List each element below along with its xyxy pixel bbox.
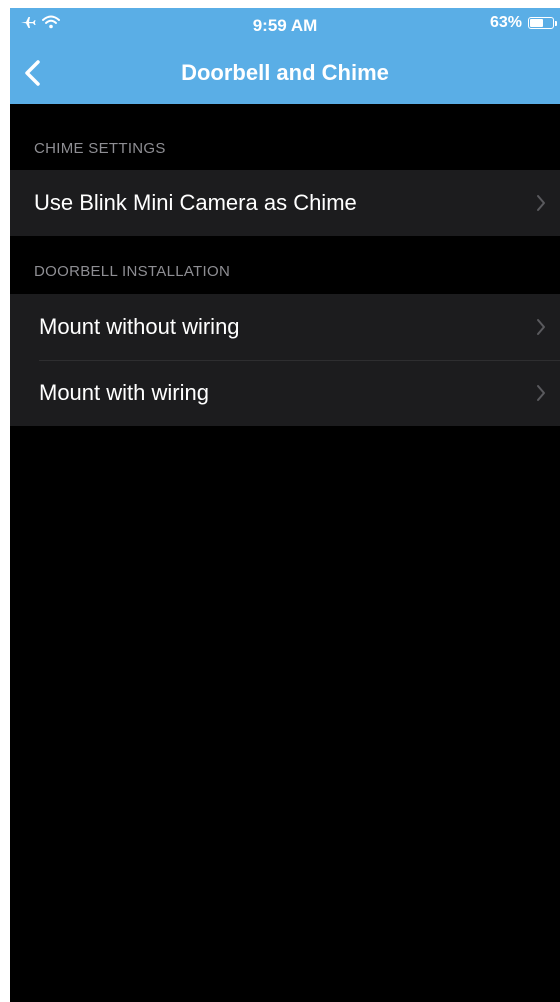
battery-percent: 63% — [489, 14, 522, 31]
row-mount-without-wiring[interactable]: Mount without wiring — [10, 294, 560, 360]
chevron-right-icon — [537, 385, 545, 401]
row-label: Mount without wiring — [39, 314, 240, 339]
status-time: 9:59 AM — [252, 16, 318, 35]
chevron-right-icon — [537, 195, 545, 211]
chevron-right-icon — [537, 319, 545, 335]
chevron-left-icon — [25, 60, 40, 86]
section-header-chime-settings: CHIME SETTINGS — [34, 140, 166, 157]
settings-list: CHIME SETTINGS Use Blink Mini Camera as … — [10, 104, 560, 426]
section-header-doorbell-installation: DOORBELL INSTALLATION — [34, 263, 231, 280]
row-use-blink-mini-as-chime[interactable]: Use Blink Mini Camera as Chime — [10, 170, 560, 236]
status-bar: 9:59 AM 63% — [10, 8, 560, 42]
status-right: 63% — [489, 14, 557, 32]
battery-fill — [530, 19, 543, 27]
app-screen: 9:59 AM 63% Doorbell and Chime CHIME SET… — [10, 8, 560, 1002]
row-separator — [39, 360, 560, 361]
row-label: Mount with wiring — [39, 380, 209, 405]
page-title: Doorbell and Chime — [181, 60, 389, 85]
battery-icon — [528, 17, 557, 29]
nav-bar: Doorbell and Chime — [10, 42, 560, 104]
battery-tip — [555, 21, 557, 26]
row-label: Use Blink Mini Camera as Chime — [34, 190, 357, 215]
row-mount-with-wiring[interactable]: Mount with wiring — [10, 360, 560, 426]
header: 9:59 AM 63% Doorbell and Chime — [10, 8, 560, 104]
back-button[interactable] — [20, 56, 50, 90]
